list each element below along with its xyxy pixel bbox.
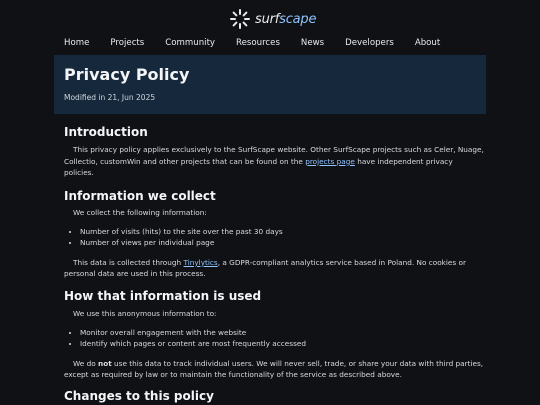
section-introduction: Introduction This privacy policy applies…	[64, 124, 484, 179]
nav-home[interactable]: Home	[64, 38, 89, 48]
list-item: Monitor overall engagement with the webs…	[80, 327, 484, 339]
nav-projects[interactable]: Projects	[110, 38, 144, 48]
collect-paragraph: This data is collected through Tinylytic…	[64, 257, 484, 280]
list-item: Identify which pages or content are most…	[80, 338, 484, 350]
heading-usage: How that information is used	[64, 289, 262, 303]
brand-name-part2: scape	[279, 11, 317, 27]
section-collect: Information we collect We collect the fo…	[64, 188, 484, 280]
nav-about[interactable]: About	[415, 38, 440, 48]
list-item: Number of views per individual page	[80, 237, 484, 249]
heading-changes: Changes to this policy	[64, 389, 214, 403]
section-usage: How that information is used We use this…	[64, 288, 484, 381]
sunburst-icon	[230, 9, 250, 29]
usage-text-1: We do	[73, 358, 99, 368]
brand-name-part1: surf	[255, 11, 280, 27]
usage-text-2: use this data to track individual users.…	[64, 358, 484, 380]
page-header: Privacy Policy Modified in 21, Jun 2025	[54, 55, 486, 114]
collect-lead: We collect the following information:	[73, 208, 207, 217]
usage-lead: We use this anonymous information to:	[73, 309, 217, 318]
projects-page-link[interactable]: projects page	[305, 157, 355, 166]
section-changes: Changes to this policy	[64, 388, 484, 404]
usage-text-bold: not	[98, 358, 112, 368]
top-bar: surfscape Home Projects Community Resour…	[0, 0, 540, 55]
nav-community[interactable]: Community	[165, 38, 215, 48]
list-item: Number of visits (hits) to the site over…	[80, 226, 484, 238]
usage-paragraph: We do not use this data to track individ…	[64, 358, 484, 381]
heading-collect: Information we collect	[64, 189, 216, 203]
modified-date: Modified in 21, Jun 2025	[64, 93, 156, 102]
intro-paragraph: This privacy policy applies exclusively …	[64, 144, 484, 179]
brand-name: surfscape	[255, 12, 316, 27]
nav-news[interactable]: News	[301, 38, 324, 48]
heading-introduction: Introduction	[64, 125, 148, 139]
page-title: Privacy Policy	[64, 65, 190, 84]
nav-developers[interactable]: Developers	[345, 38, 394, 48]
brand-logo[interactable]: surfscape	[229, 8, 316, 30]
nav-resources[interactable]: Resources	[236, 38, 280, 48]
main-nav: Home Projects Community Resources News D…	[64, 38, 461, 48]
collect-list: Number of visits (hits) to the site over…	[64, 226, 484, 249]
tinylytics-link[interactable]: Tinylytics	[183, 258, 217, 267]
collect-text-1: This data is collected through	[73, 257, 184, 267]
usage-list: Monitor overall engagement with the webs…	[64, 327, 484, 350]
